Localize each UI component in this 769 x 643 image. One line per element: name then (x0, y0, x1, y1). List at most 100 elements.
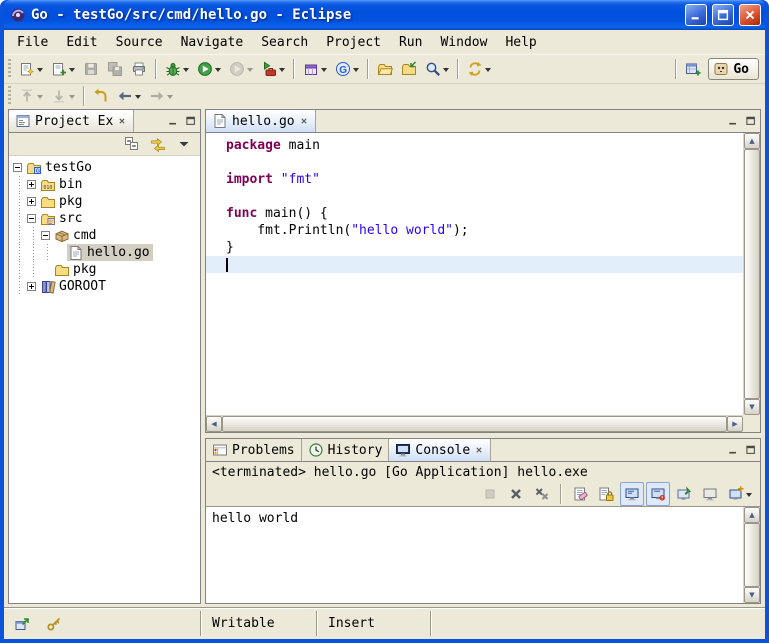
import-button[interactable] (397, 57, 421, 81)
scroll-down-icon[interactable] (744, 399, 760, 415)
view-menu-button[interactable] (172, 132, 196, 156)
scroll-right-icon[interactable] (727, 416, 743, 432)
console-text[interactable]: hello world (206, 507, 743, 603)
dropdown-arrow-icon[interactable] (69, 95, 75, 102)
run-button[interactable] (193, 57, 225, 81)
new-button[interactable] (15, 57, 47, 81)
external-tools-button[interactable] (257, 57, 289, 81)
close-tab-icon[interactable] (299, 116, 309, 126)
tree-item-pkg[interactable]: pkg (13, 261, 200, 278)
dropdown-arrow-icon[interactable] (321, 68, 327, 75)
toolbar-grip[interactable] (8, 59, 11, 79)
tree-item-bin[interactable]: 010bin (13, 176, 200, 193)
key-binding-button[interactable] (42, 612, 66, 636)
save-all-button[interactable] (103, 57, 127, 81)
code-line-2[interactable] (206, 154, 743, 171)
tab-console[interactable]: Console (389, 439, 491, 461)
tree-item-cmd[interactable]: cmd (13, 227, 200, 244)
open-perspective-button[interactable] (681, 57, 705, 81)
new-go-element-button[interactable] (47, 57, 79, 81)
collapse-all-button[interactable] (120, 132, 144, 156)
scroll-up-icon[interactable] (744, 507, 760, 523)
dropdown-arrow-icon[interactable] (353, 68, 359, 75)
display-selected-console-button[interactable] (698, 482, 722, 506)
console-vertical-scrollbar[interactable] (743, 507, 760, 603)
menu-navigate[interactable]: Navigate (172, 33, 253, 52)
show-on-stderr-button[interactable] (646, 482, 670, 506)
maximize-button[interactable] (712, 4, 734, 26)
dropdown-arrow-icon[interactable] (485, 68, 491, 75)
print-button[interactable] (127, 57, 151, 81)
dropdown-arrow-icon[interactable] (135, 95, 141, 102)
menu-window[interactable]: Window (431, 33, 496, 52)
dropdown-arrow-icon[interactable] (247, 68, 253, 75)
collapse-toggle-icon[interactable] (41, 231, 50, 240)
editor-vertical-scrollbar[interactable] (743, 133, 760, 415)
minimize-button[interactable] (685, 4, 707, 26)
dropdown-arrow-icon[interactable] (37, 68, 43, 75)
code-editor[interactable]: package main import "fmt" func main() { fm… (206, 133, 743, 415)
scrollbar-thumb[interactable] (222, 416, 727, 432)
pin-console-button[interactable] (672, 482, 696, 506)
expand-toggle-icon[interactable] (27, 282, 36, 291)
expand-toggle-icon[interactable] (27, 180, 36, 189)
back-button[interactable] (113, 84, 145, 108)
tree-item-testGo[interactable]: GtestGo (13, 159, 200, 176)
tab-project-explorer[interactable]: Project Ex (9, 110, 134, 132)
dropdown-arrow-icon[interactable] (69, 68, 75, 75)
search-button[interactable] (421, 57, 453, 81)
close-button[interactable] (739, 4, 761, 26)
fast-view-button[interactable] (10, 612, 34, 636)
dropdown-arrow-icon[interactable] (279, 68, 285, 75)
code-line-7[interactable]: } (206, 239, 743, 256)
collapse-toggle-icon[interactable] (13, 163, 22, 172)
editor-horizontal-scrollbar[interactable] (206, 415, 743, 432)
code-line-6[interactable]: fmt.Println("hello world"); (206, 222, 743, 239)
minimize-view-button[interactable] (164, 110, 182, 132)
maximize-view-button[interactable] (742, 110, 760, 132)
titlebar[interactable]: Go - testGo/src/cmd/hello.go - Eclipse (4, 0, 765, 30)
menu-run[interactable]: Run (390, 33, 431, 52)
tab-hello-go[interactable]: hello.go (206, 110, 316, 132)
dropdown-arrow-icon[interactable] (215, 68, 221, 75)
team-synchronize-button[interactable] (463, 57, 495, 81)
menu-help[interactable]: Help (496, 33, 545, 52)
tree-item-hello.go[interactable]: hello.go (13, 244, 200, 261)
open-resource-button[interactable] (373, 57, 397, 81)
dropdown-arrow-icon[interactable] (746, 493, 752, 500)
previous-annotation-button[interactable] (15, 84, 47, 108)
save-button[interactable] (79, 57, 103, 81)
maximize-view-button[interactable] (742, 439, 760, 461)
close-tab-icon[interactable] (117, 116, 127, 126)
open-console-button[interactable] (724, 482, 756, 506)
code-line-1[interactable]: package main (206, 137, 743, 154)
code-line-8[interactable] (206, 256, 743, 273)
dropdown-arrow-icon[interactable] (167, 95, 173, 102)
clear-console-button[interactable] (568, 482, 592, 506)
code-line-3[interactable]: import "fmt" (206, 171, 743, 188)
scrollbar-thumb[interactable] (744, 149, 760, 399)
terminate-button[interactable] (478, 482, 502, 506)
tree-item-src[interactable]: src (13, 210, 200, 227)
tab-history[interactable]: History (302, 439, 390, 461)
dropdown-arrow-icon[interactable] (443, 68, 449, 75)
toolbar-grip[interactable] (8, 86, 11, 106)
perspective-go-button[interactable]: Go (708, 58, 759, 80)
close-tab-icon[interactable] (474, 445, 484, 455)
dropdown-arrow-icon[interactable] (183, 68, 189, 75)
next-annotation-button[interactable] (47, 84, 79, 108)
code-line-5[interactable]: func main() { (206, 205, 743, 222)
tree-item-pkg[interactable]: pkg (13, 193, 200, 210)
scroll-lock-button[interactable] (594, 482, 618, 506)
scroll-down-icon[interactable] (744, 587, 760, 603)
menu-search[interactable]: Search (252, 33, 317, 52)
collapse-toggle-icon[interactable] (27, 214, 36, 223)
minimize-view-button[interactable] (724, 439, 742, 461)
run-last-button[interactable] (225, 57, 257, 81)
scroll-up-icon[interactable] (744, 133, 760, 149)
debug-button[interactable] (161, 57, 193, 81)
menu-file[interactable]: File (8, 33, 57, 52)
remove-launch-button[interactable] (504, 482, 528, 506)
tree-item-GOROOT[interactable]: GOROOT (13, 278, 200, 295)
new-go-project-button[interactable] (299, 57, 331, 81)
